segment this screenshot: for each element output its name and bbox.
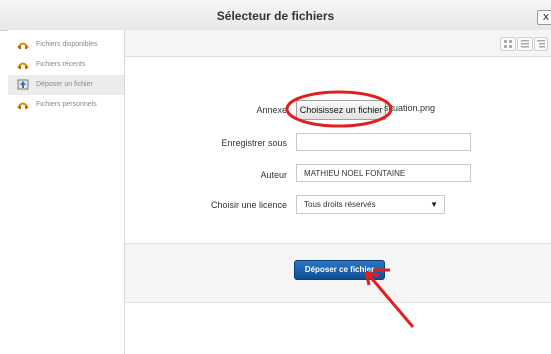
license-select[interactable]: Tous droits réservés ▼ (296, 195, 445, 214)
grid-view-icon[interactable] (500, 37, 516, 51)
list-view-icon[interactable] (517, 37, 533, 51)
close-button[interactable]: x (537, 10, 551, 25)
upload-file-button[interactable]: Déposer ce fichier (294, 260, 385, 280)
sidebar-item-upload-file[interactable]: Déposer un fichier (8, 75, 124, 95)
sidebar-item-label: Fichiers personnels (36, 101, 97, 108)
sidebar-item-label: Fichiers récents (36, 61, 86, 68)
repository-icon (17, 62, 29, 69)
license-label: Choisir une licence (210, 200, 287, 210)
license-selected-value: Tous droits réservés (304, 200, 376, 209)
sidebar-item-recent-files[interactable]: Fichiers récents (8, 55, 124, 75)
chosen-file-name: situation.png (384, 103, 436, 113)
save-as-field[interactable] (296, 133, 471, 151)
attachment-label: Annexe (256, 105, 287, 115)
sidebar-item-label: Déposer un fichier (36, 81, 93, 88)
dropdown-arrow-icon: ▼ (430, 200, 438, 209)
dialog-titlebar: Sélecteur de fichiers x (0, 0, 551, 31)
author-label: Auteur (260, 170, 287, 180)
author-field[interactable]: MATHIEU NOEL FONTAINE (296, 164, 471, 182)
tree-view-icon[interactable] (534, 37, 548, 51)
repository-sidebar: Fichiers disponibles Fichiers récents Dé… (8, 30, 125, 354)
upload-icon (17, 79, 29, 90)
sidebar-item-personal-files[interactable]: Fichiers personnels (8, 95, 124, 115)
repository-icon (17, 102, 29, 109)
sidebar-item-available-files[interactable]: Fichiers disponibles (8, 35, 124, 55)
view-toolbar (125, 30, 551, 57)
dialog-title: Sélecteur de fichiers (216, 9, 335, 23)
choose-file-button[interactable]: Choisissez un fichier (296, 100, 386, 120)
sidebar-item-label: Fichiers disponibles (36, 41, 98, 48)
save-as-label: Enregistrer sous (221, 138, 287, 148)
repository-icon (17, 42, 29, 49)
